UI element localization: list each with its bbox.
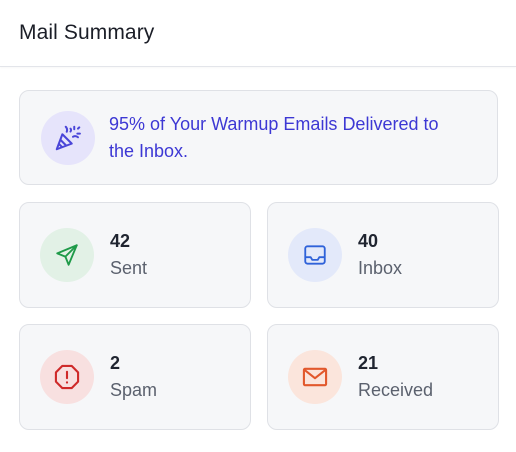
stat-label: Sent	[110, 258, 148, 278]
inbox-icon	[288, 228, 342, 282]
panel-header: Mail Summary	[0, 0, 516, 67]
panel-title: Mail Summary	[19, 21, 155, 44]
envelope-icon	[288, 350, 342, 404]
send-icon	[40, 228, 94, 282]
party-popper-icon	[41, 110, 95, 165]
stat-value: 42	[110, 231, 131, 251]
stat-label: Received	[358, 380, 434, 400]
delivery-banner: 95% of Your Warmup Emails Delivered to t…	[19, 90, 498, 185]
stat-label: Spam	[110, 380, 158, 400]
stat-card-sent: 42 Sent	[19, 202, 251, 308]
stat-value: 40	[358, 231, 379, 251]
stat-label: Inbox	[358, 258, 403, 278]
stat-value: 2	[110, 353, 121, 373]
stat-card-spam: 2 Spam	[19, 324, 251, 430]
stat-card-received: 21 Received	[267, 324, 499, 430]
stat-card-inbox: 40 Inbox	[267, 202, 499, 308]
delivery-message: 95% of Your Warmup Emails Delivered to t…	[109, 113, 439, 161]
spam-octagon-icon	[40, 350, 94, 404]
stat-value: 21	[358, 353, 379, 373]
mail-summary-panel: Mail Summary 95% of Your Warmup Emails D…	[0, 0, 516, 452]
